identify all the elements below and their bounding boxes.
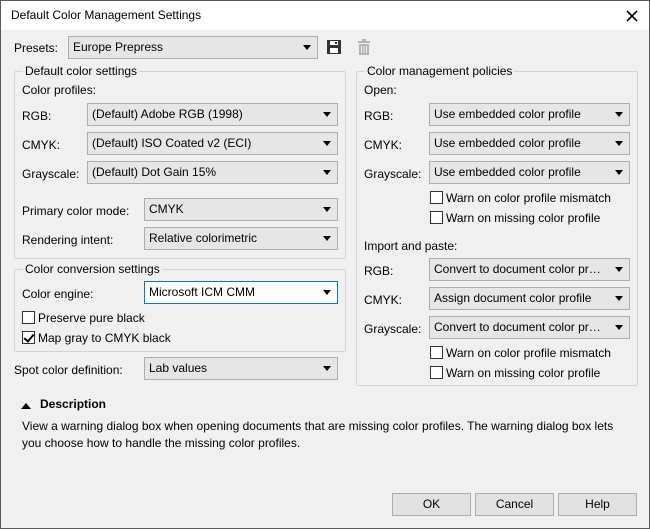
title-bar: Default Color Management Settings	[1, 1, 649, 30]
grayscale-label: Grayscale:	[22, 167, 80, 181]
chevron-down-icon	[615, 141, 623, 146]
rendering-intent-value: Relative colorimetric	[149, 231, 258, 245]
open-section-label: Open:	[364, 83, 397, 97]
import-paste-section-label: Import and paste:	[364, 239, 458, 253]
import-rgb-label: RGB:	[364, 264, 394, 278]
chevron-down-icon	[323, 112, 331, 117]
open-rgb-label: RGB:	[364, 109, 394, 123]
color-engine-label: Color engine:	[22, 287, 94, 301]
import-grayscale-label: Grayscale:	[364, 322, 422, 336]
primary-color-mode-dropdown[interactable]: CMYK	[144, 198, 338, 221]
map-gray-to-cmyk-black-checkbox[interactable]	[22, 331, 35, 344]
presets-label: Presets:	[14, 41, 59, 55]
spot-color-definition-value: Lab values	[149, 361, 208, 375]
description-toggle[interactable]	[21, 399, 35, 409]
open-warn-mismatch-label: Warn on color profile mismatch	[446, 191, 611, 205]
preserve-pure-black-label: Preserve pure black	[38, 311, 145, 325]
chevron-down-icon	[303, 45, 311, 50]
import-rgb-policy-dropdown[interactable]: Convert to document color profile	[429, 258, 630, 281]
cmyk-profile-dropdown[interactable]: (Default) ISO Coated v2 (ECI)	[87, 132, 338, 155]
description-title: Description	[40, 397, 107, 411]
trash-icon	[358, 39, 370, 55]
primary-color-mode-value: CMYK	[149, 202, 184, 216]
preserve-pure-black-checkbox[interactable]	[22, 311, 35, 324]
cmyk-label: CMYK:	[22, 138, 61, 152]
import-rgb-policy-value: Convert to document color profile	[434, 262, 607, 276]
import-cmyk-policy-dropdown[interactable]: Assign document color profile	[429, 287, 630, 310]
chevron-down-icon	[615, 267, 623, 272]
open-warn-missing-checkbox[interactable]	[430, 211, 443, 224]
group-title-default-color: Default color settings	[23, 64, 140, 78]
rgb-profile-value: (Default) Adobe RGB (1998)	[92, 107, 243, 121]
rendering-intent-label: Rendering intent:	[22, 233, 114, 247]
close-button[interactable]	[615, 1, 649, 30]
save-preset-button[interactable]	[326, 39, 342, 55]
window-title: Default Color Management Settings	[11, 8, 202, 22]
chevron-down-icon	[615, 296, 623, 301]
rgb-profile-dropdown[interactable]: (Default) Adobe RGB (1998)	[87, 103, 338, 126]
open-cmyk-policy-value: Use embedded color profile	[434, 136, 581, 150]
spot-color-definition-dropdown[interactable]: Lab values	[144, 357, 338, 380]
color-profiles-label: Color profiles:	[22, 83, 97, 97]
chevron-down-icon	[323, 207, 331, 212]
import-warn-mismatch-label: Warn on color profile mismatch	[446, 346, 611, 360]
group-title-policies: Color management policies	[365, 64, 515, 78]
collapse-up-icon	[21, 403, 31, 409]
import-warn-mismatch-checkbox[interactable]	[430, 346, 443, 359]
spot-color-definition-label: Spot color definition:	[14, 363, 123, 377]
ok-button[interactable]: OK	[392, 493, 471, 516]
presets-value: Europe Prepress	[73, 40, 164, 54]
chevron-down-icon	[323, 141, 331, 146]
open-cmyk-policy-dropdown[interactable]: Use embedded color profile	[429, 132, 630, 155]
chevron-down-icon	[323, 236, 331, 241]
import-cmyk-label: CMYK:	[364, 293, 403, 307]
chevron-down-icon	[323, 290, 331, 295]
rendering-intent-dropdown[interactable]: Relative colorimetric	[144, 227, 338, 250]
delete-preset-button[interactable]	[356, 39, 372, 55]
open-rgb-policy-dropdown[interactable]: Use embedded color profile	[429, 103, 630, 126]
open-rgb-policy-value: Use embedded color profile	[434, 107, 581, 121]
help-button[interactable]: Help	[558, 493, 637, 516]
description-text: View a warning dialog box when opening d…	[22, 419, 614, 450]
chevron-down-icon	[615, 325, 623, 330]
import-grayscale-policy-value: Convert to document color profile	[434, 320, 607, 334]
import-grayscale-policy-dropdown[interactable]: Convert to document color profile	[429, 316, 630, 339]
rgb-label: RGB:	[22, 109, 52, 123]
group-title-color-conversion: Color conversion settings	[23, 262, 162, 276]
color-engine-dropdown[interactable]: Microsoft ICM CMM	[144, 281, 338, 304]
chevron-down-icon	[615, 170, 623, 175]
open-grayscale-policy-dropdown[interactable]: Use embedded color profile	[429, 161, 630, 184]
open-warn-mismatch-checkbox[interactable]	[430, 191, 443, 204]
color-engine-value: Microsoft ICM CMM	[149, 285, 255, 299]
open-warn-missing-label: Warn on missing color profile	[446, 211, 601, 225]
primary-color-mode-label: Primary color mode:	[22, 204, 130, 218]
map-gray-to-cmyk-black-label: Map gray to CMYK black	[38, 331, 171, 345]
open-cmyk-label: CMYK:	[364, 138, 403, 152]
chevron-down-icon	[323, 170, 331, 175]
open-grayscale-label: Grayscale:	[364, 167, 422, 181]
color-management-dialog: Default Color Management Settings Preset…	[0, 0, 650, 529]
cancel-button[interactable]: Cancel	[475, 493, 554, 516]
cmyk-profile-value: (Default) ISO Coated v2 (ECI)	[92, 136, 252, 150]
import-warn-missing-label: Warn on missing color profile	[446, 366, 601, 380]
import-warn-missing-checkbox[interactable]	[430, 366, 443, 379]
save-icon	[327, 40, 341, 54]
chevron-down-icon	[323, 366, 331, 371]
grayscale-profile-value: (Default) Dot Gain 15%	[92, 165, 217, 179]
import-cmyk-policy-value: Assign document color profile	[434, 291, 592, 305]
grayscale-profile-dropdown[interactable]: (Default) Dot Gain 15%	[87, 161, 338, 184]
close-icon	[626, 9, 638, 22]
presets-dropdown[interactable]: Europe Prepress	[68, 36, 318, 59]
chevron-down-icon	[615, 112, 623, 117]
open-grayscale-policy-value: Use embedded color profile	[434, 165, 581, 179]
